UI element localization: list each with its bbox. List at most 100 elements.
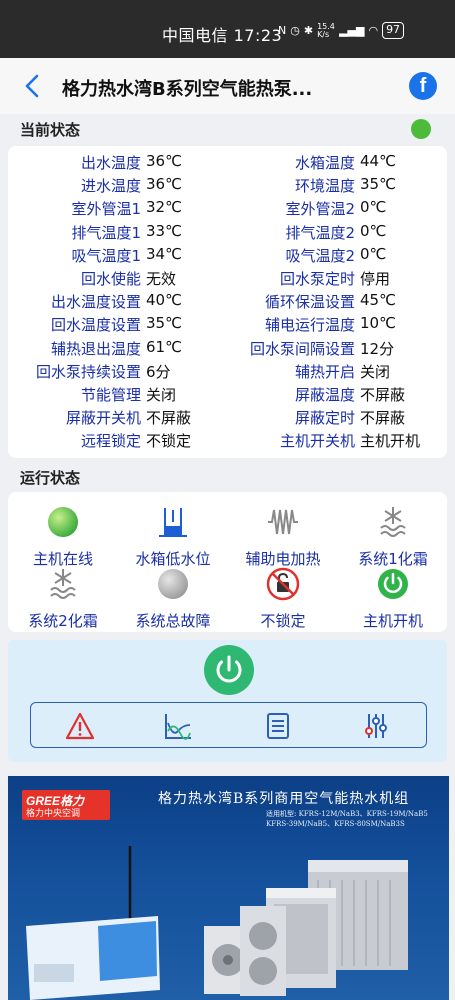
current-status-title: 当前状态: [20, 121, 81, 139]
status-value: 36℃: [146, 152, 182, 170]
nfc-icon: N: [278, 24, 287, 37]
status-value: 10℃: [360, 314, 396, 333]
wifi-icon: ◠: [368, 24, 379, 37]
power-icon: [216, 655, 242, 683]
status-value: 关闭: [146, 386, 177, 404]
facebook-icon[interactable]: f: [409, 72, 437, 100]
settings-sliders-icon[interactable]: [361, 711, 391, 741]
system-status-bar: 中国电信 17:23 N ◷ ✱ 15.4 K/s ▂▄▆ ◠ 97: [0, 0, 455, 58]
unlocked-icon: [266, 567, 300, 601]
run-item-system-fault: 系统总故障: [118, 566, 228, 631]
status-value: 61℃: [146, 337, 182, 356]
status-value: 无效: [146, 270, 177, 288]
status-value: 34℃: [146, 244, 182, 263]
document-list-icon[interactable]: [263, 711, 293, 741]
carrier-time: 中国电信 17:23: [162, 26, 283, 45]
status-value: 44℃: [360, 152, 396, 170]
net-speed: 15.4 K/s: [317, 21, 335, 39]
water-level-icon: [159, 508, 187, 537]
status-row: 辅热退出温度 61℃ 回水泵间隔设置 12分: [8, 338, 447, 361]
defrost-icon: [380, 507, 406, 537]
electric-heater-icon: [268, 509, 298, 535]
status-value: 12分: [360, 339, 395, 358]
status-row: 回水使能 无效 回水泵定时 停用: [8, 268, 447, 291]
status-label: 回水泵持续设置: [35, 362, 141, 381]
status-row: 回水温度设置 35℃ 辅电运行温度 10℃: [8, 314, 447, 337]
status-value: 关闭: [360, 362, 391, 381]
status-row: 吸气温度1 34℃ 吸气温度2 0℃: [8, 245, 447, 268]
power-button[interactable]: [204, 645, 254, 695]
status-label: 辅电运行温度: [264, 316, 355, 335]
status-row: 回水泵持续设置 6分 辅热开启 关闭: [8, 361, 447, 384]
status-label: 循环保温设置: [264, 293, 355, 312]
power-on-icon: [378, 569, 408, 599]
status-label: 节能管理: [80, 386, 141, 404]
online-indicator-icon: [411, 119, 431, 139]
status-label: 吸气温度1: [71, 246, 141, 265]
status-label: 屏蔽温度: [294, 386, 355, 404]
status-value: 不屏蔽: [360, 409, 406, 428]
status-row: 出水温度设置 40℃ 循环保温设置 45℃: [8, 291, 447, 314]
signal-icon: ▂▄▆: [339, 24, 365, 37]
run-item-label: 系统2化霜: [28, 612, 98, 630]
status-row: 出水温度 36℃ 水箱温度 44℃: [8, 152, 447, 175]
gray-dot-icon: [158, 569, 188, 599]
status-label: 出水温度设置: [50, 293, 141, 312]
back-arrow-icon[interactable]: [20, 72, 46, 100]
status-label: 室外管温2: [285, 200, 355, 219]
status-row: 排气温度1 33℃ 排气温度2 0℃: [8, 222, 447, 245]
status-label: 环境温度: [294, 177, 355, 196]
app-header: 格力热水湾B系列空气能热泵... f: [0, 58, 455, 114]
status-value: 35℃: [360, 175, 396, 194]
run-status-title: 运行状态: [20, 469, 81, 487]
current-status-card: 出水温度 36℃ 水箱温度 44℃ 进水温度 36℃ 环境温度 35℃ 室外管温1 32℃ 室外管温…: [8, 146, 447, 458]
chart-curve-icon[interactable]: [163, 711, 193, 741]
status-value: 0℃: [360, 244, 387, 263]
status-label: 屏蔽定时: [294, 409, 355, 428]
status-value: 0℃: [360, 198, 387, 217]
status-label: 主机开关机: [279, 432, 355, 451]
run-status-card: 主机在线 水箱低水位 辅助电加热 系统1化霜 系统2化霜 系统总故障 不锁定 主…: [8, 492, 447, 632]
status-label: 吸气温度2: [285, 246, 355, 265]
toolbar: [30, 702, 427, 748]
status-label: 排气温度2: [285, 223, 355, 242]
run-item-label: 系统总故障: [135, 612, 211, 630]
run-item-label: 不锁定: [260, 612, 306, 630]
status-value: 停用: [360, 270, 391, 288]
alarm-warning-icon[interactable]: [65, 711, 95, 741]
run-item-host-online: 主机在线: [8, 504, 118, 569]
status-value: 32℃: [146, 198, 182, 217]
status-value: 40℃: [146, 291, 182, 310]
status-value: 6分: [146, 362, 171, 381]
run-item-label: 主机开机: [362, 612, 423, 630]
status-label: 排气温度1: [71, 223, 141, 242]
status-row: 远程锁定 不锁定 主机开关机 主机开机: [8, 430, 447, 453]
run-item-unlocked: 不锁定: [228, 566, 338, 631]
status-icons: N ◷ ✱ 15.4 K/s ▂▄▆ ◠ 97: [278, 21, 405, 39]
status-label: 进水温度: [80, 177, 141, 196]
page-title: 格力热水湾B系列空气能热泵...: [62, 79, 313, 100]
green-dot-icon: [48, 507, 78, 537]
status-label: 回水泵间隔设置: [249, 339, 355, 358]
status-row: 节能管理 关闭 屏蔽温度 不屏蔽: [8, 384, 447, 407]
status-row: 屏蔽开关机 不屏蔽 屏蔽定时 不屏蔽: [8, 407, 447, 430]
status-value: 36℃: [146, 175, 182, 194]
status-label: 回水泵定时: [279, 270, 355, 288]
run-item-defrost-1: 系统1化霜: [338, 504, 448, 569]
status-value: 不锁定: [146, 432, 192, 451]
status-label: 出水温度: [80, 154, 141, 172]
status-value: 45℃: [360, 291, 396, 310]
status-value: 33℃: [146, 221, 182, 240]
status-label: 远程锁定: [80, 432, 141, 451]
status-row: 进水温度 36℃ 环境温度 35℃: [8, 175, 447, 198]
status-value: 35℃: [146, 314, 182, 333]
status-label: 回水使能: [80, 270, 141, 288]
run-item-defrost-2: 系统2化霜: [8, 566, 118, 631]
defrost-icon: [50, 569, 76, 599]
run-item-host-power: 主机开机: [338, 566, 448, 631]
run-item-low-water: 水箱低水位: [118, 504, 228, 569]
status-label: 辅热退出温度: [50, 339, 141, 358]
product-banner: GREE格力 格力中央空调 格力热水湾B系列商用空气能热水机组 适用机型: KF…: [8, 776, 449, 1000]
status-value: 0℃: [360, 221, 387, 240]
battery-icon: 97: [382, 22, 405, 39]
